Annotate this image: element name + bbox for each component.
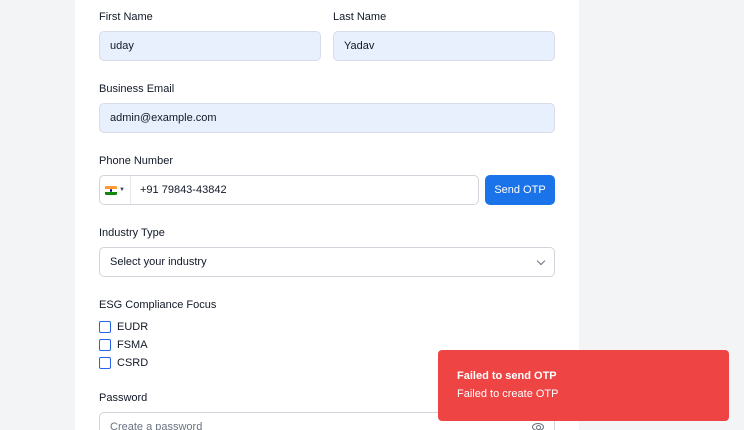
phone-number-value[interactable]: +91 79843-43842: [131, 184, 227, 196]
esg-compliance-label: ESG Compliance Focus: [99, 299, 217, 311]
fsma-label: FSMA: [117, 339, 148, 351]
business-email-input[interactable]: admin@example.com: [99, 103, 555, 133]
toast-description: Failed to create OTP: [457, 388, 559, 400]
chevron-down-icon: [536, 256, 546, 265]
first-name-value: uday: [110, 40, 134, 52]
eudr-checkbox[interactable]: [99, 321, 111, 333]
eudr-label: EUDR: [117, 321, 149, 333]
business-email-value: admin@example.com: [110, 112, 217, 124]
last-name-label: Last Name: [333, 11, 387, 23]
esg-option-csrd[interactable]: CSRD: [99, 357, 148, 369]
country-selector[interactable]: ▼: [100, 176, 131, 204]
toast-title: Failed to send OTP: [457, 370, 557, 382]
industry-type-select[interactable]: Select your industry: [99, 247, 555, 277]
caret-down-icon: ▼: [119, 187, 125, 193]
send-otp-button[interactable]: Send OTP: [485, 175, 555, 205]
industry-type-label: Industry Type: [99, 227, 165, 239]
esg-option-fsma[interactable]: FSMA: [99, 339, 148, 351]
last-name-value: Yadav: [344, 40, 375, 52]
industry-type-value: Select your industry: [110, 256, 207, 268]
india-flag-icon: [105, 185, 118, 195]
business-email-label: Business Email: [99, 83, 175, 95]
eye-icon[interactable]: [532, 423, 544, 430]
csrd-label: CSRD: [117, 357, 149, 369]
fsma-checkbox[interactable]: [99, 339, 111, 351]
phone-number-field[interactable]: ▼ +91 79843-43842: [99, 175, 479, 205]
first-name-label: First Name: [99, 11, 153, 23]
phone-number-label: Phone Number: [99, 155, 173, 167]
password-placeholder: Create a password: [110, 421, 203, 430]
esg-option-eudr[interactable]: EUDR: [99, 321, 148, 333]
password-label: Password: [99, 392, 148, 404]
csrd-checkbox[interactable]: [99, 357, 111, 369]
last-name-input[interactable]: Yadav: [333, 31, 555, 61]
first-name-input[interactable]: uday: [99, 31, 321, 61]
error-toast[interactable]: Failed to send OTP Failed to create OTP: [438, 350, 729, 421]
